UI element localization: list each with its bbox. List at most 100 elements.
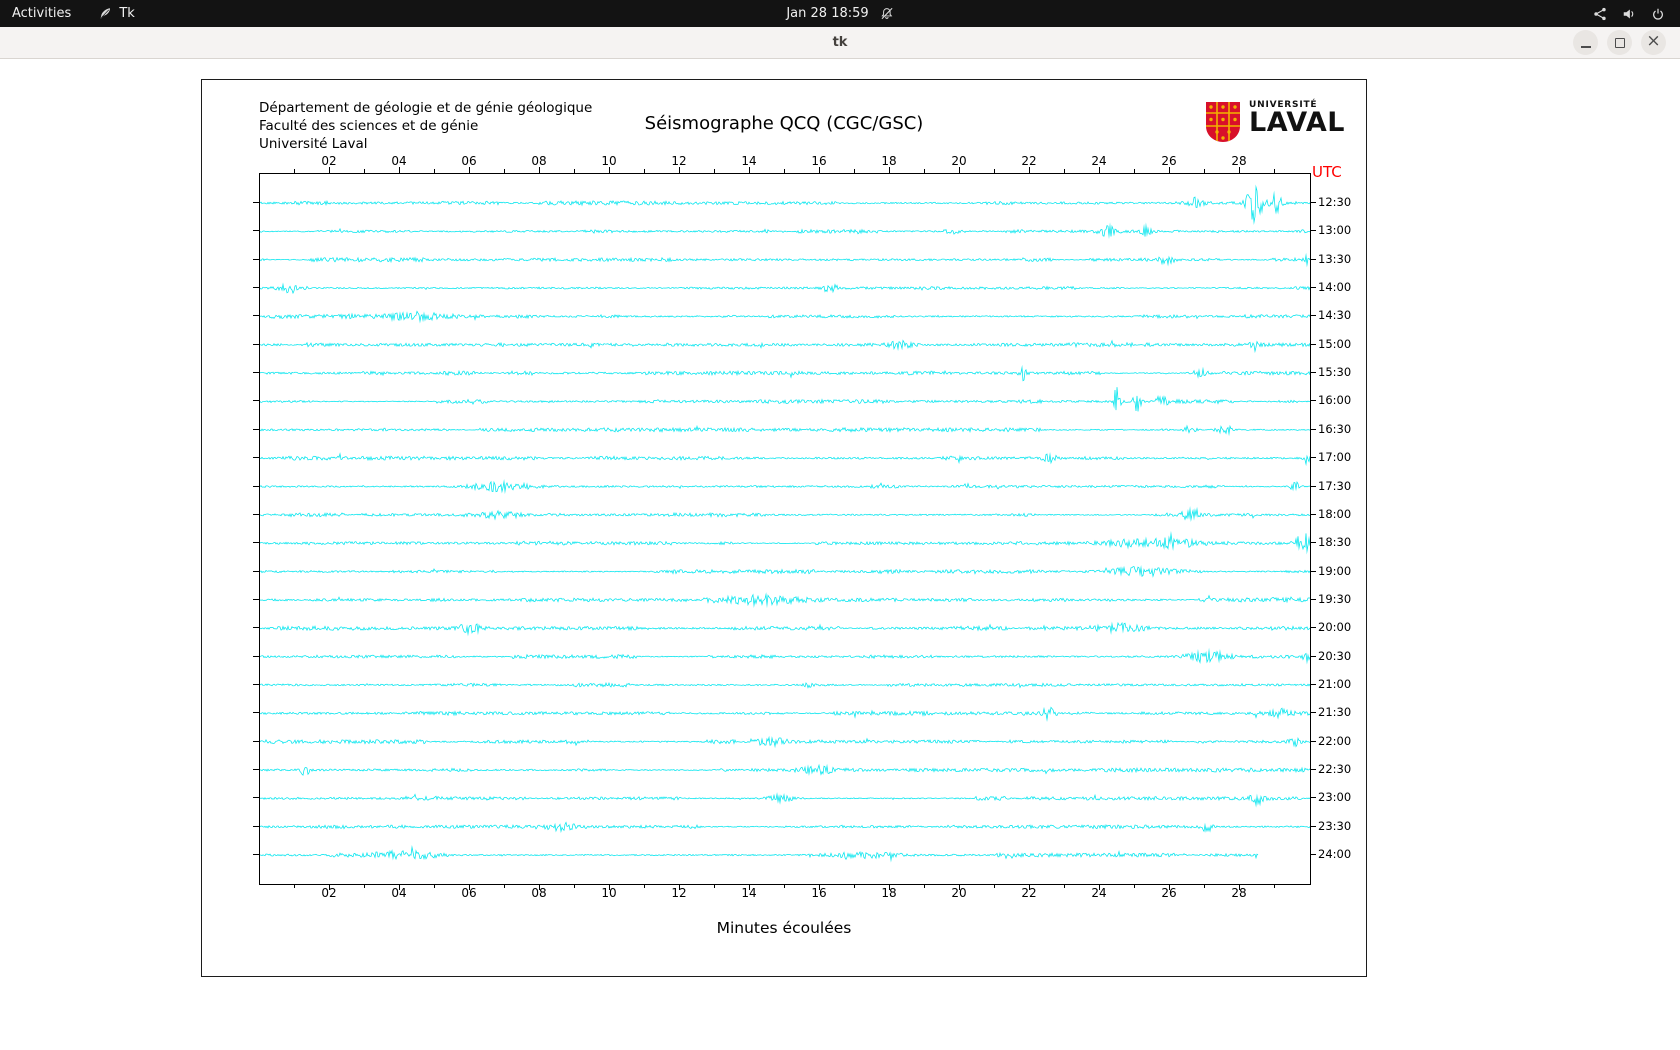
x-tick-mark — [819, 167, 820, 173]
minimize-icon — [1580, 45, 1591, 48]
row-tick-right — [1310, 372, 1316, 374]
x-tick-mark — [959, 167, 960, 173]
power-icon[interactable] — [1651, 7, 1665, 21]
volume-icon[interactable] — [1622, 7, 1636, 21]
activities-label: Activities — [12, 6, 72, 21]
x-tick-mark — [294, 169, 295, 173]
x-tick-mark — [1134, 169, 1135, 173]
x-tick-mark — [1169, 884, 1170, 890]
seismogram-traces-canvas — [260, 174, 1310, 884]
x-tick-mark — [714, 884, 715, 888]
utc-row-label: 17:30 — [1318, 478, 1352, 493]
row-tick-right — [1310, 655, 1316, 657]
row-tick-left — [253, 202, 259, 203]
x-tick-label: 06 — [461, 154, 477, 168]
row-tick-left — [253, 400, 259, 402]
x-tick-mark — [1064, 884, 1065, 888]
utc-row-label: 17:00 — [1318, 450, 1352, 465]
row-tick-left — [253, 428, 259, 430]
x-axis-label: Minutes écoulées — [716, 919, 852, 937]
x-tick-mark — [329, 884, 330, 890]
x-tick-mark — [1169, 167, 1170, 173]
x-tick-mark — [1099, 167, 1100, 173]
utc-row-label: 24:00 — [1318, 847, 1352, 862]
activities-button[interactable]: Activities — [12, 0, 71, 27]
x-tick-mark — [504, 884, 505, 888]
close-icon: × — [1646, 31, 1661, 51]
x-tick-mark — [504, 169, 505, 173]
utc-row-label: 14:30 — [1318, 308, 1352, 323]
utc-row-label: 18:00 — [1318, 506, 1352, 521]
x-tick-mark — [959, 884, 960, 890]
x-tick-mark — [364, 884, 365, 888]
row-tick-right — [1310, 400, 1316, 402]
row-tick-left — [253, 343, 259, 345]
x-tick-mark — [644, 884, 645, 888]
x-tick-mark — [469, 167, 470, 173]
row-tick-left — [253, 513, 259, 515]
row-tick-right — [1310, 825, 1316, 827]
utc-row-label: 22:00 — [1318, 733, 1352, 748]
row-tick-right — [1310, 428, 1316, 430]
clock-menu[interactable]: Jan 28 18:59 — [786, 0, 893, 27]
x-tick-mark — [714, 169, 715, 173]
network-icon[interactable] — [1593, 7, 1607, 21]
x-tick-mark — [819, 884, 820, 890]
row-tick-right — [1310, 287, 1316, 289]
x-tick-mark — [924, 884, 925, 888]
row-tick-left — [253, 854, 259, 856]
utc-row-label: 14:00 — [1318, 280, 1352, 295]
laval-shield-icon — [1206, 102, 1240, 142]
row-tick-left — [253, 769, 259, 770]
x-tick-mark — [644, 169, 645, 173]
row-tick-right — [1310, 343, 1316, 345]
logo-text-laval: LAVAL — [1249, 107, 1345, 138]
utc-row-label: 18:30 — [1318, 535, 1352, 550]
row-tick-left — [253, 542, 259, 544]
top-bar: Activities Tk Jan 28 18:59 — [0, 0, 1680, 27]
x-tick-mark — [749, 884, 750, 890]
bottom-axis-tick-labels: 02 04 06 08 10 12 14 16 18 20 22 24 26 28 — [259, 886, 1309, 900]
x-tick-mark — [994, 884, 995, 888]
x-tick-mark — [889, 884, 890, 890]
row-tick-left — [253, 315, 259, 317]
close-button[interactable]: × — [1641, 30, 1666, 55]
row-tick-left — [253, 287, 259, 289]
utc-row-label: 23:30 — [1318, 818, 1352, 833]
row-tick-right — [1310, 712, 1316, 714]
x-tick-mark — [1134, 884, 1135, 888]
x-tick-label: 24 — [1091, 154, 1107, 168]
x-tick-mark — [679, 167, 680, 173]
x-tick-label: 22 — [1021, 154, 1037, 168]
notifications-muted-icon — [881, 7, 894, 20]
x-tick-mark — [434, 169, 435, 173]
x-tick-mark — [784, 169, 785, 173]
x-tick-label: 26 — [1161, 154, 1177, 168]
maximize-button[interactable] — [1607, 30, 1632, 55]
x-tick-mark — [609, 884, 610, 890]
minimize-button[interactable] — [1573, 30, 1598, 55]
row-tick-right — [1310, 627, 1316, 629]
row-tick-left — [253, 683, 259, 685]
x-tick-mark — [1029, 884, 1030, 890]
row-tick-right — [1310, 769, 1316, 770]
x-tick-mark — [539, 167, 540, 173]
x-tick-label: 28 — [1231, 154, 1247, 168]
x-tick-mark — [854, 169, 855, 173]
x-tick-mark — [1099, 884, 1100, 890]
row-labels: 12:30 13:00 13:30 14:00 14:30 15:00 15:30 16:00… — [1318, 173, 1362, 883]
row-tick-right — [1310, 570, 1316, 572]
x-tick-mark — [1064, 169, 1065, 173]
x-tick-label: 08 — [531, 154, 547, 168]
window-titlebar[interactable]: tk × — [0, 27, 1680, 59]
app-menu[interactable]: Tk — [99, 0, 135, 27]
row-tick-left — [253, 258, 259, 260]
tk-feather-icon — [99, 7, 112, 20]
row-tick-left — [253, 627, 259, 629]
x-tick-label: 02 — [321, 154, 337, 168]
x-tick-mark — [749, 167, 750, 173]
institution-line: Université Laval — [259, 136, 368, 152]
utc-row-label: 21:00 — [1318, 676, 1352, 691]
row-tick-right — [1310, 258, 1316, 260]
utc-row-label: 19:00 — [1318, 563, 1352, 578]
